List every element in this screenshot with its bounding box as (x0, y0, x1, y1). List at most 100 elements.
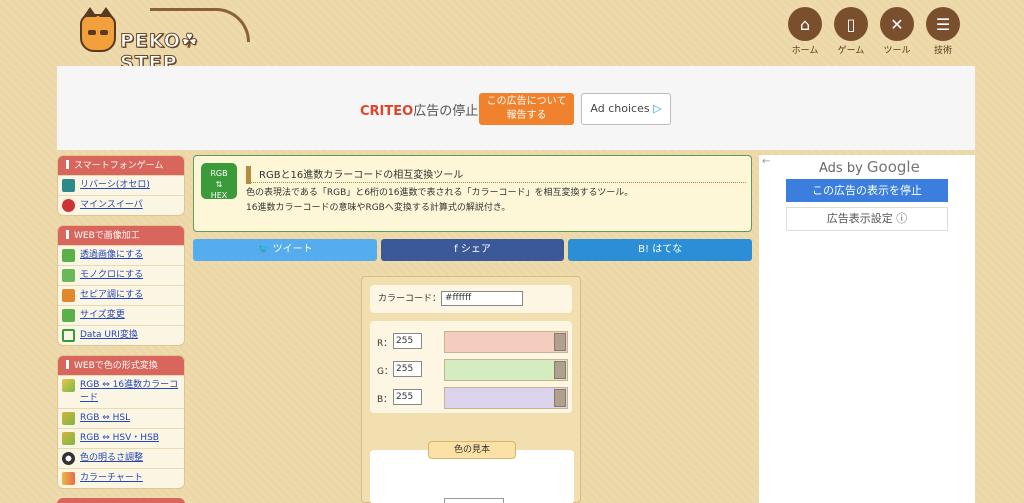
main-nav: ⌂ ホーム ▯ ゲーム ✕ ツール ☰ 技術 (788, 7, 960, 56)
sidebar-item-label: RGB ⇔ HSV・HSB (80, 433, 159, 443)
nav-tech[interactable]: ☰ 技術 (926, 7, 960, 56)
sidebar-item-label: RGB ⇔ HSL (80, 413, 131, 423)
sidebar-section-games: スマートフォンゲーム リバーシ(オセロ) マインスイーパ (57, 155, 185, 216)
sidebar-item-label: RGB ⇔ 16進数カラーコード (80, 380, 179, 403)
back-arrow-icon[interactable]: ← (762, 156, 770, 167)
r-label: R： (377, 339, 393, 349)
report-ad-button[interactable]: この広告について 報告する (479, 93, 574, 125)
color-cube-icon (62, 412, 75, 425)
stop-ad-button[interactable]: この広告の表示を停止 (786, 179, 948, 202)
ad-choices-button[interactable]: Ad choices ▷ (581, 93, 671, 125)
hatena-button[interactable]: B! はてな (568, 239, 753, 261)
sidebar-item-label: マインスイーパ (80, 200, 143, 210)
color-cube-icon (62, 379, 75, 392)
r-slider[interactable] (444, 331, 568, 353)
nav-label: ツール (883, 46, 911, 56)
sidebar-item-sepia[interactable]: セピア調にする (58, 285, 184, 305)
nav-home[interactable]: ⌂ ホーム (788, 7, 822, 56)
main-content: RGB ⇅ HEX RGBと16進数カラーコードの相互変換ツール 色の表現法であ… (193, 155, 753, 503)
icon-text: HEX (210, 191, 228, 200)
google-ad-panel: ← Ads by Google この広告の表示を停止 広告表示設定 ⓘ (759, 155, 975, 503)
rgb-hex-icon: RGB ⇅ HEX (201, 163, 237, 200)
b-input[interactable]: 255 (393, 389, 422, 405)
sample-title: 色の見本 (428, 441, 516, 459)
nav-tools[interactable]: ✕ ツール (880, 7, 914, 56)
color-code-input[interactable]: #ffffff (441, 291, 523, 306)
nav-label: 技術 (933, 46, 952, 56)
color-chart-icon (62, 472, 75, 485)
sidebar-item-resize[interactable]: サイズ変更 (58, 305, 184, 325)
cube-green-icon (62, 269, 75, 282)
g-slider[interactable] (444, 359, 568, 381)
document-icon: ☰ (926, 7, 960, 41)
sidebar-item-label: セピア調にする (80, 290, 144, 300)
ads-by-google: Ads by Google (819, 158, 920, 176)
rgb-row-b: B： 255 (377, 387, 568, 409)
g-input[interactable]: 255 (393, 361, 422, 377)
ad-banner: CRITEO広告の停止 この広告について 報告する Ad choices ▷ (57, 66, 975, 150)
sidebar-item-label: 透過画像にする (80, 250, 144, 260)
nav-label: ゲーム (837, 46, 865, 56)
sidebar-item-rgb-hsv[interactable]: RGB ⇔ HSV・HSB (58, 428, 184, 448)
sidebar-section-color: WEBで色の形式変換 RGB ⇔ 16進数カラーコード RGB ⇔ HSL RG… (57, 355, 185, 489)
site-logo[interactable]: PEKO☘STEP (80, 6, 250, 75)
reversi-icon (62, 179, 75, 192)
g-slider-thumb[interactable] (554, 361, 566, 379)
ad-choices-label: Ad choices (590, 102, 650, 115)
sidebar-item-datauri[interactable]: Data URI変換 (58, 325, 184, 345)
cube-green-icon (62, 249, 75, 262)
data-uri-icon (62, 329, 75, 342)
brightness-icon (62, 452, 75, 465)
sidebar-item-monochrome[interactable]: モノクロにする (58, 265, 184, 285)
tweet-button[interactable]: 🐦 ツイート (193, 239, 377, 261)
nav-game[interactable]: ▯ ゲーム (834, 7, 868, 56)
sidebar-item-color-chart[interactable]: カラーチャート (58, 468, 184, 488)
sidebar-item-label: 色の明るさ調整 (80, 453, 144, 463)
ad-choices-icon: ▷ (653, 102, 662, 115)
ad-settings-button[interactable]: 広告表示設定 ⓘ (786, 207, 948, 231)
r-input[interactable]: 255 (393, 333, 422, 349)
intro-line: 色の表現法である「RGB」と6桁の16進数で表される「カラーコード」を相互変換す… (246, 188, 634, 198)
divider (246, 182, 746, 183)
sidebar-section-image: WEBで画像加工 透過画像にする モノクロにする セピア調にする サイズ変更 D… (57, 225, 185, 346)
b-slider-thumb[interactable] (554, 389, 566, 407)
nav-label: ホーム (791, 46, 819, 56)
rgb-box: R： 255 G： 255 B： 255 (370, 321, 572, 413)
converter-panel: カラーコード： #ffffff R： 255 G： 255 B： 255 色の見… (361, 276, 581, 503)
sidebar-heading: WEBで色の形式変換 (58, 356, 184, 375)
tool-intro: RGB ⇅ HEX RGBと16進数カラーコードの相互変換ツール 色の表現法であ… (193, 155, 752, 232)
sidebar-item-reversi[interactable]: リバーシ(オセロ) (58, 175, 184, 195)
sidebar-item-label: Data URI変換 (80, 330, 138, 340)
g-label: G： (377, 367, 393, 377)
criteo-text: 広告の停止 (413, 104, 479, 119)
b-label: B： (377, 395, 393, 405)
color-code-label: カラーコード： (378, 294, 442, 304)
color-cube-icon (62, 432, 75, 445)
smartphone-icon: ▯ (834, 7, 868, 41)
color-code-box: カラーコード： #ffffff (370, 285, 572, 313)
sidebar-heading: スマートフォンゲーム (58, 156, 184, 175)
facebook-share-button[interactable]: f シェア (380, 239, 565, 261)
sidebar-heading: WEBで画像加工 (58, 226, 184, 245)
sidebar-item-rgb-hsl[interactable]: RGB ⇔ HSL (58, 408, 184, 428)
mine-icon (62, 199, 75, 212)
sidebar-item-label: モノクロにする (80, 270, 144, 280)
b-slider[interactable] (444, 387, 568, 409)
sidebar-item-brightness[interactable]: 色の明るさ調整 (58, 448, 184, 468)
sidebar-item-rgb-hex[interactable]: RGB ⇔ 16進数カラーコード (58, 375, 184, 408)
r-slider-thumb[interactable] (554, 333, 566, 351)
sidebar-item-label: リバーシ(オセロ) (80, 180, 150, 190)
report-ad-line1: この広告について (486, 96, 567, 107)
icon-text: ⇅ (215, 180, 223, 189)
sidebar-item-transparent[interactable]: 透過画像にする (58, 245, 184, 265)
site-header: PEKO☘STEP ⌂ ホーム ▯ ゲーム ✕ ツール ☰ 技術 (0, 0, 1024, 75)
tools-icon: ✕ (880, 7, 914, 41)
color-sample-swatch (444, 498, 504, 503)
criteo-label: CRITEO広告の停止 (360, 100, 478, 119)
sidebar: スマートフォンゲーム リバーシ(オセロ) マインスイーパ WEBで画像加工 透過… (57, 155, 185, 503)
rgb-row-g: G： 255 (377, 359, 568, 381)
sidebar-item-minesweeper[interactable]: マインスイーパ (58, 195, 184, 215)
home-icon: ⌂ (788, 7, 822, 41)
report-ad-line2: 報告する (506, 110, 547, 121)
share-bar: 🐦 ツイート f シェア B! はてな (193, 239, 753, 261)
